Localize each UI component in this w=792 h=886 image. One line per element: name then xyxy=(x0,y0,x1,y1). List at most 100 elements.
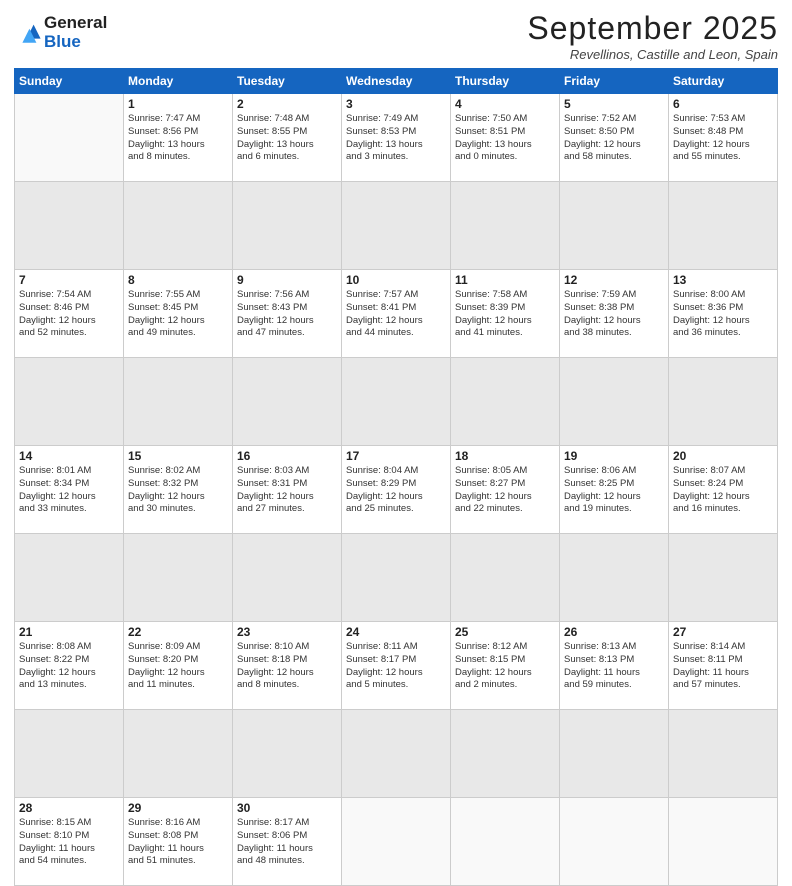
day-number: 17 xyxy=(346,449,446,463)
day-number: 25 xyxy=(455,625,555,639)
week-row-4: 21Sunrise: 8:08 AM Sunset: 8:22 PM Dayli… xyxy=(15,622,778,710)
day-info: Sunrise: 7:58 AM Sunset: 8:39 PM Dayligh… xyxy=(455,289,555,340)
table-cell: 5 Sunrise: 7:52 AM Sunset: 8:50 PM Daylig… xyxy=(560,94,669,182)
week-divider xyxy=(15,358,778,446)
day-info: Sunrise: 8:02 AM Sunset: 8:32 PM Dayligh… xyxy=(128,465,228,516)
week-divider xyxy=(15,182,778,270)
table-cell: 8 Sunrise: 7:55 AM Sunset: 8:45 PM Daylig… xyxy=(124,270,233,358)
table-cell xyxy=(451,798,560,886)
day-info: Sunrise: 7:57 AM Sunset: 8:41 PM Dayligh… xyxy=(346,289,446,340)
week-divider xyxy=(15,710,778,798)
day-number: 29 xyxy=(128,801,228,815)
logo-icon xyxy=(14,19,42,47)
header: General Blue September 2025 Revellinos, … xyxy=(14,10,778,62)
day-info: Sunrise: 8:00 AM Sunset: 8:36 PM Dayligh… xyxy=(673,289,773,340)
col-wednesday: Wednesday xyxy=(342,69,451,94)
table-cell: 26 Sunrise: 8:13 AM Sunset: 8:13 PM Dayli… xyxy=(560,622,669,710)
table-cell: 23Sunrise: 8:10 AM Sunset: 8:18 PM Dayli… xyxy=(233,622,342,710)
day-number: 18 xyxy=(455,449,555,463)
day-number: 3 xyxy=(346,97,446,111)
day-number: 2 xyxy=(237,97,337,111)
day-number: 1 xyxy=(128,97,228,111)
table-cell: 21Sunrise: 8:08 AM Sunset: 8:22 PM Dayli… xyxy=(15,622,124,710)
day-number: 26 xyxy=(564,625,664,639)
table-cell: 11 Sunrise: 7:58 AM Sunset: 8:39 PM Dayli… xyxy=(451,270,560,358)
day-info: Sunrise: 7:52 AM Sunset: 8:50 PM Dayligh… xyxy=(564,113,664,164)
day-info: Sunrise: 8:03 AM Sunset: 8:31 PM Dayligh… xyxy=(237,465,337,516)
table-cell xyxy=(669,798,778,886)
table-cell: 6Sunrise: 7:53 AM Sunset: 8:48 PM Daylig… xyxy=(669,94,778,182)
table-cell: 25 Sunrise: 8:12 AM Sunset: 8:15 PM Dayli… xyxy=(451,622,560,710)
title-block: September 2025 Revellinos, Castille and … xyxy=(527,10,778,62)
day-info: Sunrise: 7:47 AM Sunset: 8:56 PM Dayligh… xyxy=(128,113,228,164)
table-cell: 4 Sunrise: 7:50 AM Sunset: 8:51 PM Daylig… xyxy=(451,94,560,182)
day-info: Sunrise: 8:15 AM Sunset: 8:10 PM Dayligh… xyxy=(19,817,119,868)
table-cell: 10 Sunrise: 7:57 AM Sunset: 8:41 PM Dayli… xyxy=(342,270,451,358)
day-number: 10 xyxy=(346,273,446,287)
week-row-5: 28 Sunrise: 8:15 AM Sunset: 8:10 PM Dayli… xyxy=(15,798,778,886)
week-row-3: 14 Sunrise: 8:01 AM Sunset: 8:34 PM Dayli… xyxy=(15,446,778,534)
logo: General Blue xyxy=(14,14,107,51)
day-number: 13 xyxy=(673,273,773,287)
day-number: 12 xyxy=(564,273,664,287)
day-number: 16 xyxy=(237,449,337,463)
day-info: Sunrise: 8:05 AM Sunset: 8:27 PM Dayligh… xyxy=(455,465,555,516)
table-cell xyxy=(560,798,669,886)
day-number: 23 xyxy=(237,625,337,639)
table-cell: 18 Sunrise: 8:05 AM Sunset: 8:27 PM Dayli… xyxy=(451,446,560,534)
day-number: 4 xyxy=(455,97,555,111)
table-cell: 24Sunrise: 8:11 AM Sunset: 8:17 PM Dayli… xyxy=(342,622,451,710)
table-cell: 29 Sunrise: 8:16 AM Sunset: 8:08 PM Dayli… xyxy=(124,798,233,886)
col-saturday: Saturday xyxy=(669,69,778,94)
location: Revellinos, Castille and Leon, Spain xyxy=(527,47,778,62)
day-info: Sunrise: 7:54 AM Sunset: 8:46 PM Dayligh… xyxy=(19,289,119,340)
table-cell xyxy=(342,798,451,886)
day-number: 21 xyxy=(19,625,119,639)
table-cell: 2 Sunrise: 7:48 AM Sunset: 8:55 PM Daylig… xyxy=(233,94,342,182)
day-info: Sunrise: 7:53 AM Sunset: 8:48 PM Dayligh… xyxy=(673,113,773,164)
table-cell: 12Sunrise: 7:59 AM Sunset: 8:38 PM Dayli… xyxy=(560,270,669,358)
table-cell: 27 Sunrise: 8:14 AM Sunset: 8:11 PM Dayli… xyxy=(669,622,778,710)
table-cell xyxy=(15,94,124,182)
day-number: 14 xyxy=(19,449,119,463)
table-cell: 3Sunrise: 7:49 AM Sunset: 8:53 PM Daylig… xyxy=(342,94,451,182)
day-number: 20 xyxy=(673,449,773,463)
day-info: Sunrise: 7:56 AM Sunset: 8:43 PM Dayligh… xyxy=(237,289,337,340)
day-info: Sunrise: 8:04 AM Sunset: 8:29 PM Dayligh… xyxy=(346,465,446,516)
week-row-2: 7Sunrise: 7:54 AM Sunset: 8:46 PM Daylig… xyxy=(15,270,778,358)
week-row-1: 1 Sunrise: 7:47 AM Sunset: 8:56 PM Daylig… xyxy=(15,94,778,182)
day-number: 27 xyxy=(673,625,773,639)
day-number: 11 xyxy=(455,273,555,287)
day-number: 28 xyxy=(19,801,119,815)
table-cell: 15Sunrise: 8:02 AM Sunset: 8:32 PM Dayli… xyxy=(124,446,233,534)
day-number: 5 xyxy=(564,97,664,111)
table-cell: 28 Sunrise: 8:15 AM Sunset: 8:10 PM Dayli… xyxy=(15,798,124,886)
day-info: Sunrise: 8:13 AM Sunset: 8:13 PM Dayligh… xyxy=(564,641,664,692)
col-tuesday: Tuesday xyxy=(233,69,342,94)
day-info: Sunrise: 7:55 AM Sunset: 8:45 PM Dayligh… xyxy=(128,289,228,340)
logo-text: General Blue xyxy=(44,14,107,51)
table-cell: 19Sunrise: 8:06 AM Sunset: 8:25 PM Dayli… xyxy=(560,446,669,534)
day-info: Sunrise: 7:50 AM Sunset: 8:51 PM Dayligh… xyxy=(455,113,555,164)
day-info: Sunrise: 8:12 AM Sunset: 8:15 PM Dayligh… xyxy=(455,641,555,692)
day-info: Sunrise: 8:16 AM Sunset: 8:08 PM Dayligh… xyxy=(128,817,228,868)
col-sunday: Sunday xyxy=(15,69,124,94)
day-info: Sunrise: 7:48 AM Sunset: 8:55 PM Dayligh… xyxy=(237,113,337,164)
day-info: Sunrise: 8:01 AM Sunset: 8:34 PM Dayligh… xyxy=(19,465,119,516)
table-cell: 16 Sunrise: 8:03 AM Sunset: 8:31 PM Dayli… xyxy=(233,446,342,534)
day-info: Sunrise: 8:14 AM Sunset: 8:11 PM Dayligh… xyxy=(673,641,773,692)
day-number: 22 xyxy=(128,625,228,639)
day-info: Sunrise: 8:17 AM Sunset: 8:06 PM Dayligh… xyxy=(237,817,337,868)
day-number: 8 xyxy=(128,273,228,287)
col-thursday: Thursday xyxy=(451,69,560,94)
day-number: 24 xyxy=(346,625,446,639)
table-cell: 30Sunrise: 8:17 AM Sunset: 8:06 PM Dayli… xyxy=(233,798,342,886)
table-cell: 14 Sunrise: 8:01 AM Sunset: 8:34 PM Dayli… xyxy=(15,446,124,534)
day-number: 19 xyxy=(564,449,664,463)
calendar-header-row: Sunday Monday Tuesday Wednesday Thursday… xyxy=(15,69,778,94)
col-friday: Friday xyxy=(560,69,669,94)
table-cell: 17 Sunrise: 8:04 AM Sunset: 8:29 PM Dayli… xyxy=(342,446,451,534)
table-cell: 22Sunrise: 8:09 AM Sunset: 8:20 PM Dayli… xyxy=(124,622,233,710)
table-cell: 7Sunrise: 7:54 AM Sunset: 8:46 PM Daylig… xyxy=(15,270,124,358)
month-title: September 2025 xyxy=(527,10,778,47)
